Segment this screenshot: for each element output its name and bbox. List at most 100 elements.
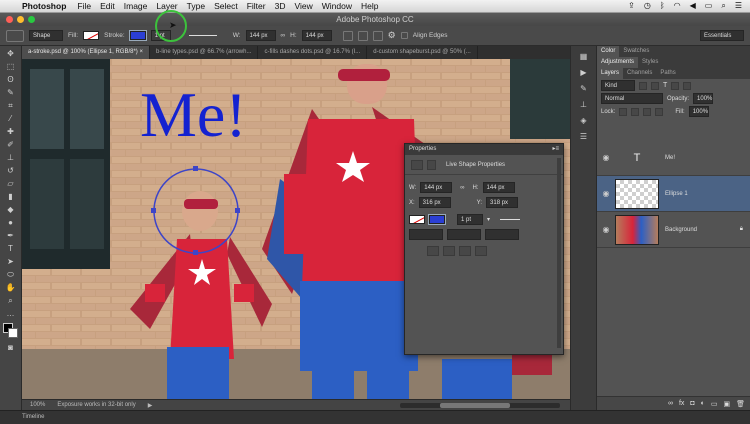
eraser-tool-icon[interactable]: ▱ — [4, 179, 18, 189]
gear-icon[interactable]: ⚙ — [388, 30, 396, 41]
close-icon[interactable] — [6, 16, 13, 23]
battery-icon[interactable]: ▭ — [705, 1, 713, 11]
history-brush-tool-icon[interactable]: ↺ — [4, 166, 18, 176]
trash-icon[interactable]: 🗑︎ — [736, 400, 745, 408]
tab-adjustments[interactable]: Adjustments — [597, 57, 639, 68]
tab-color[interactable]: Color — [597, 46, 620, 57]
filter-adjustment-icon[interactable] — [651, 81, 659, 90]
anchor-point-right[interactable] — [235, 208, 240, 213]
fx-icon[interactable]: fx — [679, 400, 684, 407]
tab-styles[interactable]: Styles — [638, 57, 662, 68]
color-swatches[interactable] — [2, 323, 19, 339]
menu-help[interactable]: Help — [361, 1, 387, 11]
zoom-icon[interactable] — [28, 16, 35, 23]
path-operations-icon[interactable] — [342, 30, 353, 41]
lasso-tool-icon[interactable]: ʘ — [4, 75, 18, 85]
tab-swatches[interactable]: Swatches — [619, 46, 653, 57]
gradient-tool-icon[interactable]: ▮ — [4, 192, 18, 202]
props-y-field[interactable]: 318 px — [486, 197, 519, 208]
menu-window[interactable]: Window — [322, 1, 361, 11]
stroke-type-select[interactable] — [188, 35, 217, 36]
add-mask-icon[interactable]: ◘ — [690, 400, 694, 407]
search-icon[interactable]: ⌕ — [721, 1, 725, 11]
anchor-point-top[interactable] — [193, 166, 198, 171]
path-op-exclude-icon[interactable] — [475, 246, 487, 256]
actions-panel-icon[interactable]: ▶ — [577, 68, 591, 78]
anchor-point-bottom[interactable] — [193, 250, 198, 255]
width-field[interactable]: 144 px — [245, 30, 276, 41]
path-alignment-icon[interactable] — [357, 30, 368, 41]
visibility-eye-icon[interactable]: ◉ — [597, 189, 615, 198]
tab-d-custom-shapeburst[interactable]: d-custom shapeburst.psd @ 50% (... — [367, 46, 478, 59]
minimize-icon[interactable] — [17, 16, 24, 23]
menu-filter[interactable]: Filter — [247, 1, 275, 11]
align-edges-checkbox[interactable] — [400, 32, 408, 39]
menu-app[interactable]: Photoshop — [22, 1, 77, 11]
lock-image-icon[interactable] — [631, 107, 640, 116]
zoom-level[interactable]: 100% — [30, 402, 45, 408]
headline-text-layer[interactable]: Me! — [140, 83, 247, 147]
quick-select-tool-icon[interactable]: ✎ — [4, 88, 18, 98]
quick-mask-icon[interactable]: ◙ — [4, 343, 18, 353]
brush-panel-icon[interactable]: ✎ — [577, 84, 591, 94]
filter-type-icon[interactable]: T — [663, 82, 667, 89]
tab-paths[interactable]: Paths — [656, 68, 679, 79]
filter-pixel-icon[interactable] — [639, 81, 647, 90]
props-height-field[interactable]: 144 px — [482, 182, 515, 193]
filter-shape-icon[interactable] — [671, 81, 680, 90]
bluetooth-icon[interactable]: ᛒ — [660, 1, 665, 11]
clock-icon[interactable]: ◷ — [644, 1, 651, 11]
adjustment-layer-icon[interactable]: ◐ — [701, 400, 705, 407]
path-op-combine-icon[interactable] — [427, 246, 439, 256]
link-icon[interactable]: ∞ — [460, 185, 464, 191]
3d-panel-icon[interactable]: ◈ — [577, 116, 591, 126]
lock-position-icon[interactable] — [643, 107, 652, 116]
mask-icon[interactable] — [427, 160, 436, 170]
layer-filter-select[interactable]: Kind — [601, 80, 635, 91]
stroke-align-select[interactable] — [409, 229, 443, 240]
menu-select[interactable]: Select — [214, 1, 247, 11]
zoom-tool-icon[interactable]: ⌕ — [4, 296, 18, 306]
path-op-intersect-icon[interactable] — [459, 246, 471, 256]
tool-mode-select[interactable]: Shape — [29, 30, 63, 41]
panel-menu-icon[interactable]: ▸≡ — [552, 144, 559, 155]
hand-tool-icon[interactable]: ✋ — [4, 283, 18, 293]
volume-icon[interactable]: ◀ — [690, 1, 696, 11]
stroke-corners-select[interactable] — [485, 229, 519, 240]
scrollbar-thumb[interactable] — [440, 402, 510, 408]
lock-transparent-icon[interactable] — [619, 107, 628, 116]
menu-edit[interactable]: Edit — [100, 1, 124, 11]
blur-tool-icon[interactable]: ◆ — [4, 205, 18, 215]
layer-row-ellipse[interactable]: ◉ Ellipse 1 — [597, 176, 750, 212]
stamp-tool-icon[interactable]: ⊥ — [4, 153, 18, 163]
anchor-point-left[interactable] — [151, 208, 156, 213]
brush-tool-icon[interactable]: ✐ — [4, 140, 18, 150]
props-stroke-swatch[interactable] — [428, 214, 446, 225]
fill-field[interactable]: 100% — [688, 106, 709, 117]
height-field[interactable]: 144 px — [301, 30, 332, 41]
props-stroke-type-select[interactable] — [500, 219, 521, 220]
tab-b-line-types[interactable]: b-line types.psd @ 66.7% (arrowh... — [150, 46, 259, 59]
workspace-select[interactable]: Essentials — [700, 30, 744, 41]
status-menu-icon[interactable]: ▶ — [148, 402, 153, 409]
stroke-caps-select[interactable] — [447, 229, 481, 240]
props-scrollbar[interactable] — [557, 158, 561, 348]
eyedropper-tool-icon[interactable]: ⁄ — [4, 114, 18, 124]
layer-row-text[interactable]: ◉ T Me! — [597, 140, 750, 176]
link-layers-icon[interactable]: ∞ — [668, 400, 673, 407]
path-select-tool-icon[interactable]: ➤ — [4, 257, 18, 267]
menu-3d[interactable]: 3D — [275, 1, 295, 11]
new-layer-icon[interactable]: ▣ — [723, 400, 730, 408]
menu-file[interactable]: File — [77, 1, 100, 11]
menu-view[interactable]: View — [294, 1, 321, 11]
group-icon[interactable]: ▭ — [711, 400, 718, 408]
clone-source-icon[interactable]: ⊥ — [577, 100, 591, 110]
menu-image[interactable]: Image — [124, 1, 157, 11]
blend-mode-select[interactable]: Normal — [601, 93, 663, 104]
list-icon[interactable]: ☰ — [735, 1, 742, 11]
history-panel-icon[interactable]: ▦ — [577, 52, 591, 62]
stroke-swatch[interactable] — [128, 30, 147, 41]
props-stroke-size-field[interactable]: 1 pt — [457, 214, 483, 225]
props-width-field[interactable]: 144 px — [420, 182, 453, 193]
dropdown-icon[interactable]: ▾ — [487, 216, 490, 223]
